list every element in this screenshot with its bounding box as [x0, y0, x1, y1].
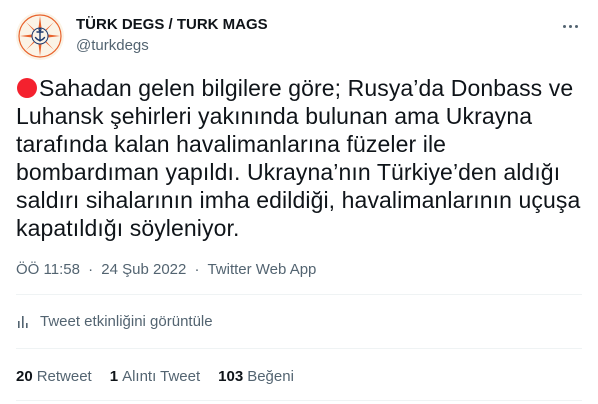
tweet-meta: ÖÖ 11:58 · 24 Şub 2022 · Twitter Web App	[16, 260, 316, 280]
more-dot	[568, 24, 572, 28]
view-activity-link[interactable]: Tweet etkinliğini görüntüle	[16, 312, 213, 332]
avatar[interactable]	[16, 12, 64, 60]
tweet-text-block: Sahadan gelen bilgilere göre; Rusya’da D…	[16, 74, 582, 242]
more-horizontal-icon	[562, 24, 566, 28]
likes-label: Beğeni	[247, 368, 294, 385]
quotes-label: Alıntı Tweet	[122, 368, 201, 385]
activity-label: Tweet etkinliğini görüntüle	[40, 313, 213, 330]
quotes-stat[interactable]: 1 Alıntı Tweet	[110, 367, 200, 387]
tweet-text: Sahadan gelen bilgilere göre; Rusya’da D…	[16, 75, 581, 241]
red-circle-emoji-icon	[17, 78, 37, 98]
tweet-stats: 20 Retweet 1 Alıntı Tweet 103 Beğeni	[16, 367, 312, 387]
retweets-count: 20	[16, 368, 33, 385]
tweet-card: TÜRK DEGS / TURK MAGS @turkdegs Sahadan …	[0, 0, 598, 404]
divider	[16, 294, 582, 295]
retweets-stat[interactable]: 20 Retweet	[16, 367, 92, 387]
author-handle[interactable]: @turkdegs	[76, 36, 149, 56]
more-options-button[interactable]	[558, 14, 582, 38]
author-name[interactable]: TÜRK DEGS / TURK MAGS	[76, 15, 268, 35]
divider	[16, 400, 582, 401]
likes-count: 103	[218, 368, 244, 385]
retweets-label: Retweet	[36, 368, 92, 385]
likes-stat[interactable]: 103 Beğeni	[218, 367, 294, 387]
more-dot	[574, 24, 578, 28]
divider	[16, 348, 582, 349]
bar-chart-icon	[18, 316, 28, 328]
tweet-time[interactable]: ÖÖ 11:58	[16, 261, 80, 278]
meta-separator: ·	[88, 261, 94, 278]
tweet-source[interactable]: Twitter Web App	[207, 261, 316, 278]
meta-separator: ·	[194, 261, 200, 278]
quotes-count: 1	[109, 368, 119, 385]
tweet-date[interactable]: 24 Şub 2022	[101, 261, 186, 278]
